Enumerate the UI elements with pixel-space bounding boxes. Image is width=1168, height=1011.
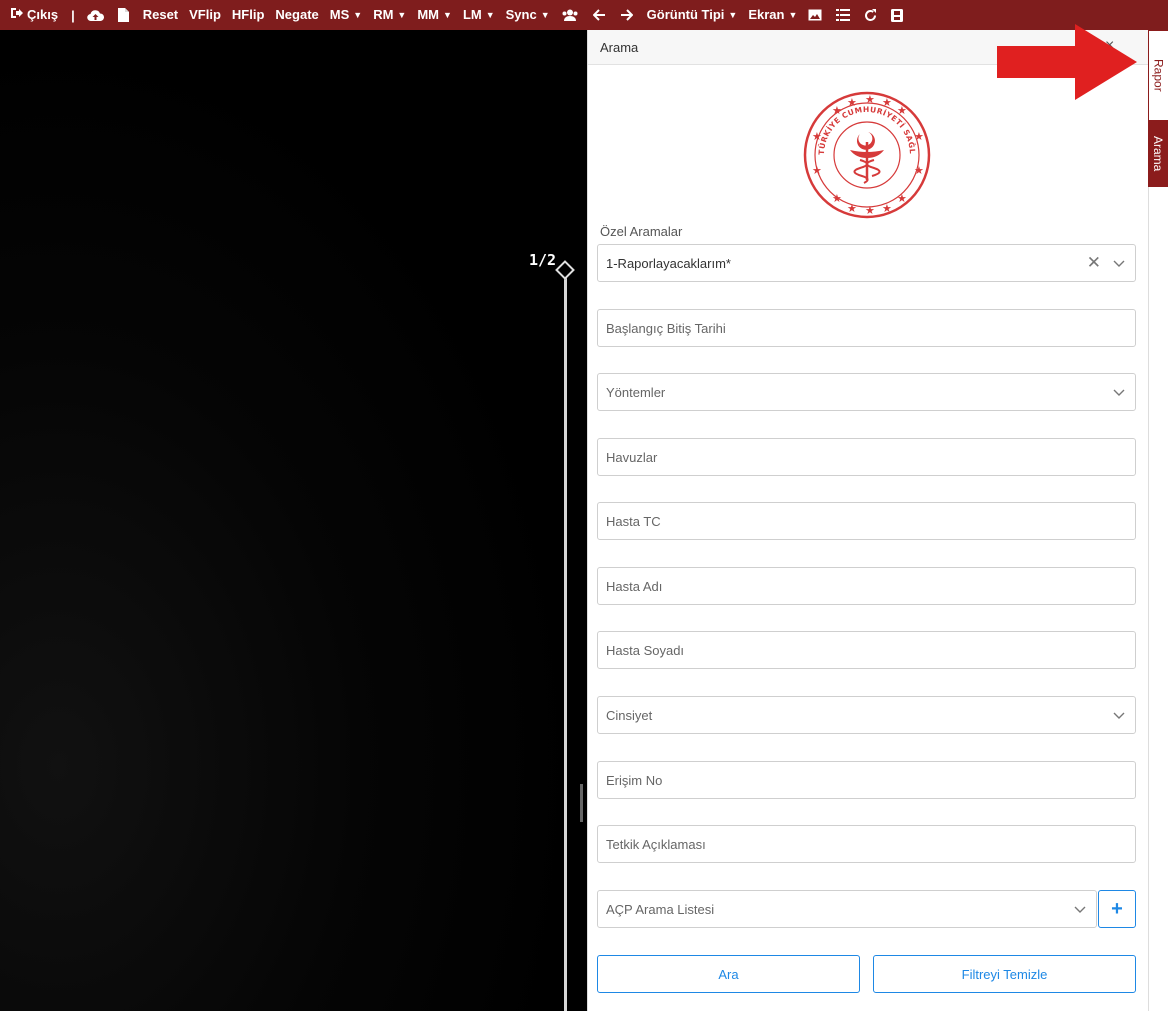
svg-text:★: ★: [865, 93, 875, 106]
cloud-upload-icon[interactable]: [86, 9, 104, 22]
arrow-right-icon[interactable]: [620, 9, 633, 21]
tab-search-label: Arama: [1151, 136, 1165, 172]
users-icon[interactable]: [561, 9, 579, 22]
acp-search-list-select[interactable]: AÇP Arama Listesi: [597, 890, 1097, 928]
caret-down-icon: ▼: [728, 10, 738, 20]
special-searches-label: Özel Aramalar: [600, 224, 683, 239]
negate-button[interactable]: Negate: [275, 0, 318, 30]
save-icon[interactable]: [891, 8, 904, 22]
exam-description-input[interactable]: Tetkik Açıklaması: [597, 825, 1136, 863]
patient-surname-input[interactable]: Hasta Soyadı: [597, 631, 1136, 669]
chevron-down-icon[interactable]: [1113, 257, 1125, 269]
sync-dropdown[interactable]: Sync ▼: [506, 0, 550, 30]
screen-dropdown[interactable]: Ekran ▼: [748, 0, 797, 30]
annotation-arrow-icon: [997, 24, 1137, 100]
chevron-down-icon[interactable]: [1113, 386, 1125, 398]
refresh-icon[interactable]: [864, 8, 877, 22]
exit-button[interactable]: Çıkış: [10, 0, 58, 30]
caret-down-icon: ▼: [443, 10, 452, 20]
patient-name-input[interactable]: Hasta Adı: [597, 567, 1136, 605]
clear-selection-icon[interactable]: ✕: [1087, 253, 1101, 273]
svg-text:★: ★: [897, 104, 907, 117]
svg-text:★: ★: [812, 164, 822, 177]
list-icon[interactable]: [836, 9, 851, 21]
file-icon[interactable]: [117, 8, 129, 22]
special-search-value: 1-Raporlayacaklarım*: [606, 255, 731, 271]
patient-tc-input[interactable]: Hasta TC: [597, 502, 1136, 540]
toolbar-separator: |: [71, 7, 75, 23]
add-acp-list-button[interactable]: +: [1098, 890, 1136, 928]
svg-text:★: ★: [882, 202, 892, 215]
rm-dropdown[interactable]: RM ▼: [373, 0, 406, 30]
gender-select[interactable]: Cinsiyet: [597, 696, 1136, 734]
chevron-down-icon[interactable]: [1074, 903, 1086, 915]
ministry-emblem-logo: ★ ★ ★ ★ ★ ★ ★ ★ ★ ★ ★ ★ ★ ★ TÜRKİYE CUMHURİYETİ S…: [799, 83, 932, 220]
special-searches-select[interactable]: 1-Raporlayacaklarım* ✕: [597, 244, 1136, 282]
caret-down-icon: ▼: [540, 10, 550, 20]
svg-text:★: ★: [832, 192, 842, 205]
series-scroll-track[interactable]: [564, 277, 567, 1011]
image-viewport[interactable]: 1/2: [0, 30, 587, 1011]
reset-button[interactable]: Reset: [143, 0, 178, 30]
hflip-button[interactable]: HFlip: [232, 0, 265, 30]
mm-dropdown[interactable]: MM ▼: [417, 0, 452, 30]
tab-search[interactable]: Arama: [1148, 121, 1168, 187]
series-counter: 1/2: [529, 251, 557, 269]
image-icon[interactable]: [808, 9, 822, 21]
panel-title: Arama: [600, 39, 639, 55]
clear-filter-button[interactable]: Filtreyi Temizle: [873, 955, 1136, 993]
svg-text:★: ★: [882, 96, 892, 109]
search-button[interactable]: Ara: [597, 955, 860, 993]
svg-text:★: ★: [897, 192, 907, 205]
lm-dropdown[interactable]: LM ▼: [463, 0, 495, 30]
exit-icon: [10, 0, 23, 30]
svg-text:★: ★: [914, 164, 924, 177]
chevron-down-icon[interactable]: [1113, 709, 1125, 721]
svg-text:★: ★: [812, 130, 822, 143]
tab-report[interactable]: Rapor: [1148, 30, 1168, 121]
svg-text:★: ★: [865, 204, 875, 217]
panel-resize-handle[interactable]: [580, 784, 583, 822]
image-type-dropdown[interactable]: Görüntü Tipi ▼: [647, 0, 738, 30]
date-range-input[interactable]: Başlangıç Bitiş Tarihi: [597, 309, 1136, 347]
tab-report-label: Rapor: [1151, 59, 1166, 92]
methods-select[interactable]: Yöntemler: [597, 373, 1136, 411]
svg-text:★: ★: [914, 130, 924, 143]
series-scroll-thumb[interactable]: [555, 260, 575, 280]
search-panel: Arama × ★★★ ★★★ ★★★ ★★★ ★★ TÜRKİYE CUMHU…: [587, 30, 1148, 1011]
ms-dropdown[interactable]: MS ▼: [330, 0, 362, 30]
caret-down-icon: ▼: [353, 10, 363, 20]
pools-input[interactable]: Havuzlar: [597, 438, 1136, 476]
access-no-input[interactable]: Erişim No: [597, 761, 1136, 799]
caret-down-icon: ▼: [397, 10, 407, 20]
top-toolbar: Çıkış | Reset VFlip HFlip Negate MS ▼ RM…: [0, 0, 1168, 30]
svg-text:★: ★: [847, 202, 857, 215]
arrow-left-icon[interactable]: [592, 9, 606, 21]
caret-down-icon: ▼: [788, 10, 798, 20]
caret-down-icon: ▼: [485, 10, 495, 20]
vflip-button[interactable]: VFlip: [189, 0, 221, 30]
